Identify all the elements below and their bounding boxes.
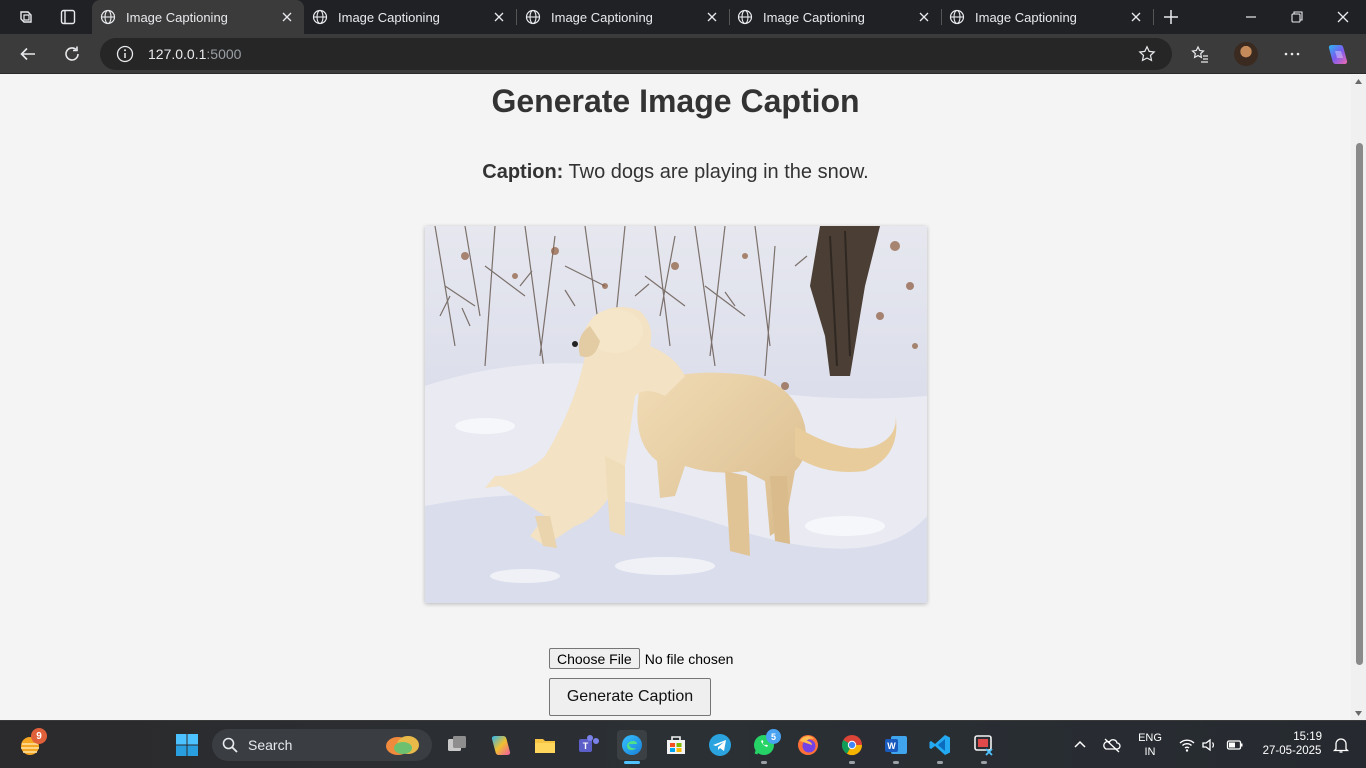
web-page: Generate Image Caption Caption: Two dogs… bbox=[0, 75, 1351, 720]
volume-icon[interactable] bbox=[1200, 736, 1218, 754]
copilot-icon[interactable] bbox=[1326, 43, 1350, 65]
clock-time: 15:19 bbox=[1293, 731, 1322, 743]
word-icon[interactable]: W bbox=[881, 730, 911, 760]
favorites-icon[interactable] bbox=[1186, 40, 1214, 68]
globe-icon bbox=[312, 9, 328, 25]
firefox-icon[interactable] bbox=[793, 730, 823, 760]
tab-actions-icon[interactable] bbox=[56, 6, 80, 28]
new-tab-icon[interactable] bbox=[1160, 6, 1182, 28]
search-icon bbox=[222, 737, 238, 753]
tab-1[interactable]: Image Captioning bbox=[92, 0, 304, 34]
caption-value: Two dogs are playing in the snow. bbox=[563, 161, 869, 183]
search-highlight-icon bbox=[386, 736, 419, 755]
address-bar[interactable]: 127.0.0.1:5000 bbox=[100, 38, 1172, 70]
weather-badge: 9 bbox=[31, 728, 47, 744]
browser-toolbar: 127.0.0.1:5000 bbox=[0, 34, 1366, 74]
tab-strip: Image Captioning Image Captioning Image … bbox=[0, 0, 1366, 34]
start-icon[interactable] bbox=[172, 730, 202, 760]
language-code: ENG bbox=[1138, 732, 1162, 744]
file-status: No file chosen bbox=[644, 650, 734, 667]
tab-title: Image Captioning bbox=[126, 9, 228, 25]
copilot-app-icon[interactable] bbox=[486, 730, 516, 760]
workspaces-icon[interactable] bbox=[14, 6, 38, 28]
tab-title: Image Captioning bbox=[763, 9, 865, 25]
chrome-icon[interactable] bbox=[837, 730, 867, 760]
close-tab-icon[interactable] bbox=[917, 10, 931, 24]
tab-5[interactable]: Image Captioning bbox=[941, 0, 1153, 34]
vscode-icon[interactable] bbox=[925, 730, 955, 760]
notifications-icon[interactable] bbox=[1332, 736, 1350, 754]
region-code: IN bbox=[1144, 746, 1156, 758]
clock[interactable]: 15:19 27-05-2025 bbox=[1256, 730, 1328, 758]
svg-text:W: W bbox=[887, 741, 896, 751]
folder-icon[interactable] bbox=[530, 730, 560, 760]
windows-taskbar: 9 Search T 5 W ENG IN 15:19 27-05-2025 bbox=[0, 720, 1366, 768]
refresh-icon[interactable] bbox=[58, 40, 86, 68]
minimize-icon[interactable] bbox=[1228, 0, 1274, 34]
back-icon[interactable] bbox=[14, 40, 42, 68]
profile-avatar[interactable] bbox=[1234, 42, 1258, 66]
page-scrollbar[interactable] bbox=[1351, 75, 1366, 720]
tab-title: Image Captioning bbox=[975, 9, 1077, 25]
battery-icon[interactable] bbox=[1226, 736, 1244, 754]
clock-date: 27-05-2025 bbox=[1262, 745, 1322, 757]
restore-icon[interactable] bbox=[1274, 0, 1320, 34]
telegram-icon[interactable] bbox=[705, 730, 735, 760]
close-tab-icon[interactable] bbox=[705, 10, 719, 24]
taskbar-search[interactable]: Search bbox=[212, 729, 432, 761]
scrollbar-thumb[interactable] bbox=[1356, 143, 1363, 665]
more-menu-icon[interactable] bbox=[1278, 40, 1306, 68]
favorite-star-icon[interactable] bbox=[1138, 45, 1156, 63]
uploaded-image bbox=[425, 226, 927, 603]
svg-text:T: T bbox=[583, 741, 589, 751]
wifi-icon[interactable] bbox=[1178, 736, 1196, 754]
globe-icon bbox=[525, 9, 541, 25]
microsoft-store-icon[interactable] bbox=[661, 730, 691, 760]
tab-title: Image Captioning bbox=[551, 9, 653, 25]
tab-3[interactable]: Image Captioning bbox=[517, 0, 729, 34]
generate-caption-button[interactable]: Generate Caption bbox=[549, 678, 711, 716]
url-port: :5000 bbox=[206, 46, 242, 62]
tab-4[interactable]: Image Captioning bbox=[729, 0, 941, 34]
caption-text: Caption: Two dogs are playing in the sno… bbox=[0, 161, 1351, 184]
tab-2[interactable]: Image Captioning bbox=[304, 0, 516, 34]
globe-icon bbox=[949, 9, 965, 25]
close-tab-icon[interactable] bbox=[280, 10, 294, 24]
tab-title: Image Captioning bbox=[338, 9, 440, 25]
close-tab-icon[interactable] bbox=[492, 10, 506, 24]
scroll-down-icon[interactable] bbox=[1354, 709, 1363, 718]
language-indicator[interactable]: ENG IN bbox=[1136, 731, 1164, 759]
search-placeholder: Search bbox=[248, 737, 293, 753]
onedrive-off-icon[interactable] bbox=[1103, 736, 1121, 754]
file-input: Choose File No file chosen bbox=[549, 648, 733, 669]
snipping-tool-icon[interactable] bbox=[969, 730, 999, 760]
page-title: Generate Image Caption bbox=[491, 83, 860, 119]
close-window-icon[interactable] bbox=[1320, 0, 1366, 34]
choose-file-button[interactable]: Choose File bbox=[549, 648, 640, 669]
globe-icon bbox=[100, 9, 116, 25]
close-tab-icon[interactable] bbox=[1129, 10, 1143, 24]
window-controls bbox=[1228, 0, 1366, 34]
url-host: 127.0.0.1 bbox=[148, 46, 207, 62]
scroll-up-icon[interactable] bbox=[1354, 77, 1363, 86]
teams-icon[interactable]: T bbox=[574, 730, 604, 760]
whatsapp-badge: 5 bbox=[766, 729, 781, 744]
globe-icon bbox=[737, 9, 753, 25]
chevron-up-icon[interactable] bbox=[1071, 736, 1089, 754]
dogs-in-snow-photo bbox=[425, 226, 927, 603]
site-info-icon[interactable] bbox=[116, 45, 134, 63]
task-view-icon[interactable] bbox=[442, 730, 472, 760]
edge-icon[interactable] bbox=[617, 730, 647, 760]
caption-label: Caption: bbox=[482, 161, 564, 183]
